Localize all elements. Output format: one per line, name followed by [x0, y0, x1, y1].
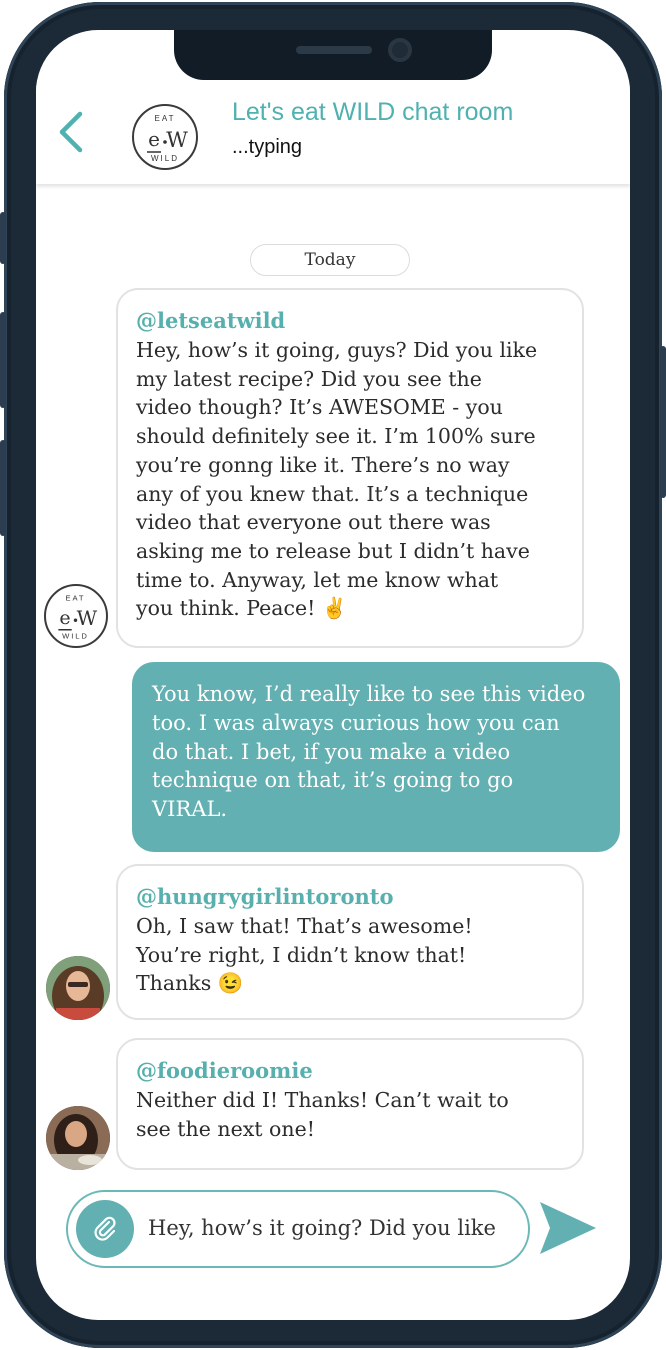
message-text: Hey, how’s it going, guys? Did you like …: [136, 338, 538, 621]
message-username[interactable]: @hungrygirlintoronto: [136, 882, 566, 912]
message-text: Neither did I! Thanks! Can’t wait to see…: [136, 1088, 509, 1141]
svg-text:e: e: [59, 607, 70, 629]
side-button-power: [660, 346, 666, 498]
message-input-field[interactable]: Hey, how’s it going? Did you like: [66, 1190, 530, 1268]
message-bubble-incoming: @letseatwild Hey, how’s it going, guys? …: [116, 288, 584, 648]
chat-header: EAT e W WILD Let's eat WILD chat room ..…: [36, 80, 630, 184]
svg-text:WILD: WILD: [151, 154, 179, 163]
notch: [174, 30, 492, 80]
message-bubble-outgoing: You know, I’d really like to see this vi…: [132, 662, 620, 852]
message-username[interactable]: @letseatwild: [136, 306, 566, 336]
svg-text:W: W: [77, 606, 98, 630]
avatar-foodieroomie[interactable]: [46, 1106, 110, 1170]
svg-text:e: e: [148, 127, 160, 151]
svg-text:WILD: WILD: [62, 631, 89, 640]
svg-text:EAT: EAT: [155, 114, 176, 123]
message-bubble-incoming: @foodieroomie Neither did I! Thanks! Can…: [116, 1038, 584, 1170]
front-camera: [388, 38, 412, 62]
avatar-letseatwild[interactable]: EAT e W WILD: [44, 584, 108, 648]
svg-text:W: W: [166, 128, 188, 152]
message-username[interactable]: @foodieroomie: [136, 1056, 566, 1086]
date-separator: Today: [250, 244, 410, 276]
svg-text:EAT: EAT: [66, 593, 86, 602]
send-button[interactable]: [536, 1198, 598, 1258]
phone-screen: EAT e W WILD Let's eat WILD chat room ..…: [36, 30, 630, 1320]
eat-wild-logo: EAT e W WILD: [132, 104, 198, 170]
side-button-volume-down: [0, 440, 6, 536]
chevron-left-icon: [59, 111, 83, 153]
chat-room-title: Let's eat WILD chat room: [232, 98, 514, 126]
attach-button[interactable]: [76, 1200, 134, 1258]
send-icon: [540, 1202, 596, 1254]
avatar-hungrygirlintoronto[interactable]: [46, 956, 110, 1020]
message-text: You know, I’d really like to see this vi…: [152, 682, 586, 822]
message-bubble-incoming: @hungrygirlintoronto Oh, I saw that! Tha…: [116, 864, 584, 1020]
typing-status: ...typing: [232, 136, 303, 158]
speaker-grille: [296, 46, 372, 54]
side-button-silent: [0, 212, 6, 264]
paperclip-icon: [94, 1216, 116, 1241]
side-button-volume-up: [0, 312, 6, 408]
message-text: Oh, I saw that! That’s awesome! You’re r…: [136, 914, 473, 996]
message-input-value: Hey, how’s it going? Did you like: [148, 1216, 496, 1240]
back-button[interactable]: [56, 110, 86, 154]
